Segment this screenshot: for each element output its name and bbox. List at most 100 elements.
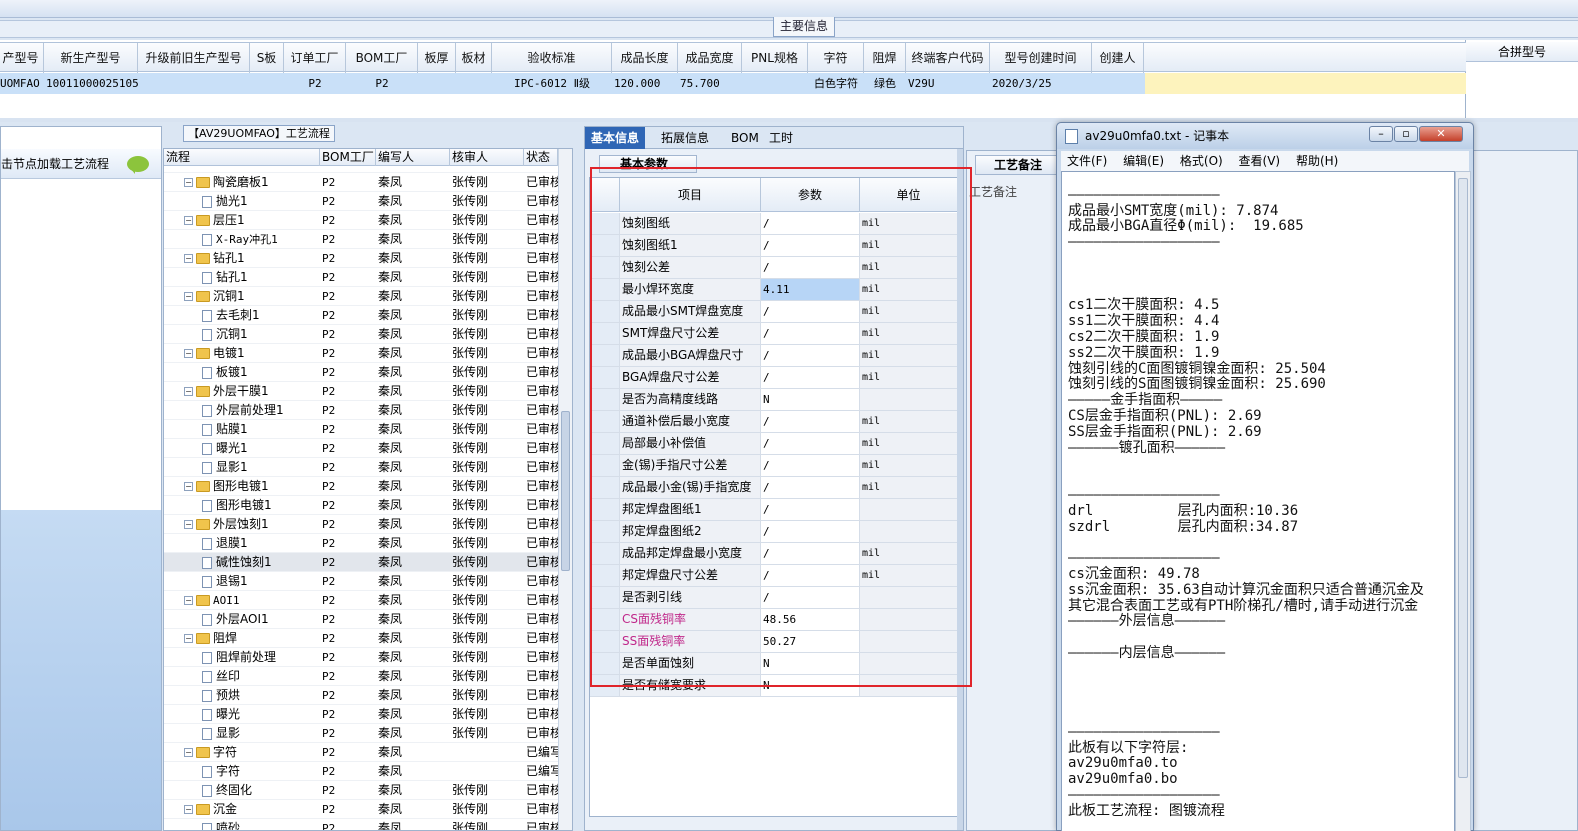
tree-node[interactable]: 字符 — [202, 762, 320, 781]
tree-node[interactable]: − 外层干膜1 — [184, 382, 320, 401]
tree-row[interactable]: 丝印 P2 秦凤 张传刚 已审核 — [164, 667, 572, 686]
tree-row[interactable]: − 图形电镀1 P2 秦凤 张传刚 已审核 — [164, 477, 572, 496]
collapse-icon[interactable]: − — [184, 805, 193, 814]
grid-header-cell[interactable]: 创建人 — [1092, 43, 1144, 73]
grid-cell[interactable]: 120.000 — [612, 73, 678, 94]
grid-cell[interactable] — [456, 73, 492, 94]
collapse-icon[interactable]: − — [184, 254, 193, 263]
tree-node[interactable]: 终固化 — [202, 781, 320, 800]
tree-row[interactable]: 曝光 P2 秦凤 张传刚 已审核 — [164, 705, 572, 724]
tree-row[interactable]: − AOI1 P2 秦凤 张传刚 已审核 — [164, 591, 572, 610]
collapse-icon[interactable]: − — [184, 634, 193, 643]
tree-node[interactable]: 预烘 — [202, 686, 320, 705]
tree-row[interactable]: 贴膜1 P2 秦凤 张传刚 已审核 — [164, 420, 572, 439]
tree-node[interactable]: − 电镀1 — [184, 344, 320, 363]
tree-scrollbar[interactable] — [558, 149, 572, 830]
tree-row[interactable]: 曝光1 P2 秦凤 张传刚 已审核 — [164, 439, 572, 458]
tree-scroll-thumb[interactable] — [561, 411, 570, 571]
grid-cell[interactable]: P2 — [346, 73, 418, 94]
tree-row[interactable]: − 字符 P2 秦凤 已编写 — [164, 743, 572, 762]
tree-node[interactable]: 曝光 — [202, 705, 320, 724]
collapse-icon[interactable]: − — [184, 520, 193, 529]
tree-node[interactable]: − AOI1 — [184, 591, 320, 610]
grid-header-cell[interactable]: 订单工厂 — [284, 43, 346, 73]
tree-node[interactable]: 板镀1 — [202, 363, 320, 382]
tree-node[interactable]: 外层AOI1 — [202, 610, 320, 629]
collapse-icon[interactable]: − — [184, 748, 193, 757]
grid-header-cell[interactable]: 新生产型号 — [44, 43, 138, 73]
maximize-icon[interactable]: ▫ — [1394, 126, 1418, 142]
grid-header-cell[interactable]: 字符 — [808, 43, 864, 73]
grid-header-cell[interactable]: 终端客户代码 — [906, 43, 990, 73]
grid-cell[interactable]: 75.700 — [678, 73, 742, 94]
collapse-icon[interactable]: − — [184, 178, 193, 187]
tree-row[interactable]: 沉铜1 P2 秦凤 张传刚 已审核 — [164, 325, 572, 344]
tree-row[interactable]: 阻焊前处理 P2 秦凤 张传刚 已审核 — [164, 648, 572, 667]
tree-row[interactable]: 显影1 P2 秦凤 张传刚 已审核 — [164, 458, 572, 477]
grid-cell[interactable]: 白色字符 — [808, 73, 864, 94]
tree-row[interactable]: − 外层干膜1 P2 秦凤 张传刚 已审核 — [164, 382, 572, 401]
grid-cell[interactable] — [418, 73, 456, 94]
tree-node[interactable]: − 字符 — [184, 743, 320, 762]
tree-node[interactable]: 图形电镀1 — [202, 496, 320, 515]
tree-row[interactable]: 外层前处理1 P2 秦凤 张传刚 已审核 — [164, 401, 572, 420]
tree-node[interactable]: − 钻孔1 — [184, 249, 320, 268]
grid-cell[interactable]: V29U — [906, 73, 990, 94]
tree-node[interactable]: 钻孔1 — [202, 268, 320, 287]
grid-cell[interactable] — [250, 73, 284, 94]
grid-header-cell[interactable]: S板 — [250, 43, 284, 73]
tree-row[interactable]: − 沉铜1 P2 秦凤 张传刚 已审核 — [164, 287, 572, 306]
tree-node[interactable]: − 沉铜1 — [184, 287, 320, 306]
menu-edit[interactable]: 编辑(E) — [1123, 154, 1164, 168]
tree-row[interactable]: 退膜1 P2 秦凤 张传刚 已审核 — [164, 534, 572, 553]
tree-row[interactable]: X-Ray冲孔1 P2 秦凤 张传刚 已审核 — [164, 230, 572, 249]
tree-node[interactable]: − 外层蚀刻1 — [184, 515, 320, 534]
grid-header-cell[interactable]: 成品宽度 — [678, 43, 742, 73]
grid-cell[interactable]: 2020/3/25 — [990, 73, 1092, 94]
tab-basic-info[interactable]: 基本信息 — [585, 127, 646, 149]
tree-row[interactable]: − 沉金 P2 秦凤 张传刚 已审核 — [164, 800, 572, 819]
tree-row[interactable]: − 层压1 P2 秦凤 张传刚 已审核 — [164, 211, 572, 230]
tree-node[interactable]: − 阻焊 — [184, 629, 320, 648]
tree-node[interactable]: 外层前处理1 — [202, 401, 320, 420]
close-icon[interactable]: ✕ — [1419, 126, 1463, 142]
collapse-icon[interactable]: − — [184, 387, 193, 396]
tree-row[interactable]: 板镀1 P2 秦凤 张传刚 已审核 — [164, 363, 572, 382]
menu-view[interactable]: 查看(V) — [1239, 154, 1281, 168]
tree-node[interactable]: 去毛刺1 — [202, 306, 320, 325]
grid-header-cell[interactable]: 成品长度 — [612, 43, 678, 73]
tree-node[interactable]: 阻焊前处理 — [202, 648, 320, 667]
menu-help[interactable]: 帮助(H) — [1296, 154, 1338, 168]
grid-cell[interactable] — [1092, 73, 1144, 94]
tree-node[interactable]: 抛光1 — [202, 192, 320, 211]
tree-header-cell[interactable]: 流程 — [164, 149, 320, 166]
grid-cell[interactable]: 10011000025105 — [44, 73, 138, 94]
grid-header-cell[interactable]: 产型号 — [0, 43, 44, 73]
tree-row[interactable] — [164, 165, 572, 173]
tree-node[interactable]: 显影 — [202, 724, 320, 743]
menu-format[interactable]: 格式(O) — [1180, 154, 1223, 168]
tab-process-notes[interactable]: 工艺备注 — [975, 155, 1061, 175]
tree-header-cell[interactable]: 状态 — [524, 149, 558, 166]
tree-node[interactable]: − 层压1 — [184, 211, 320, 230]
tree-node[interactable]: 喷砂 — [202, 819, 320, 830]
grid-header-cell[interactable]: BOM工厂 — [346, 43, 418, 73]
collapse-icon[interactable]: − — [184, 596, 193, 605]
grid-header-cell[interactable]: 板厚 — [418, 43, 456, 73]
grid-header-cell[interactable]: 验收标准 — [492, 43, 612, 73]
notepad-scroll-thumb[interactable] — [1458, 178, 1468, 778]
main-info-title[interactable]: 主要信息 — [773, 17, 835, 37]
collapse-icon[interactable]: − — [184, 349, 193, 358]
grid-header-cell[interactable]: 型号创建时间 — [990, 43, 1092, 73]
tab-extended-info[interactable]: 拓展信息 — [655, 127, 715, 149]
tree-header-cell[interactable]: BOM工厂 — [320, 149, 376, 166]
grid-header-cell[interactable]: PNL规格 — [742, 43, 808, 73]
collapse-icon[interactable]: − — [184, 292, 193, 301]
tree-row[interactable]: 显影 P2 秦凤 张传刚 已审核 — [164, 724, 572, 743]
tree-node[interactable]: − 沉金 — [184, 800, 320, 819]
tree-row[interactable]: 字符 P2 秦凤 已编写 — [164, 762, 572, 781]
grid-cell[interactable] — [138, 73, 250, 94]
tree-node[interactable]: 丝印 — [202, 667, 320, 686]
tree-node[interactable]: 沉铜1 — [202, 325, 320, 344]
grid-cell[interactable]: IPC-6012 Ⅱ级 — [492, 73, 612, 94]
